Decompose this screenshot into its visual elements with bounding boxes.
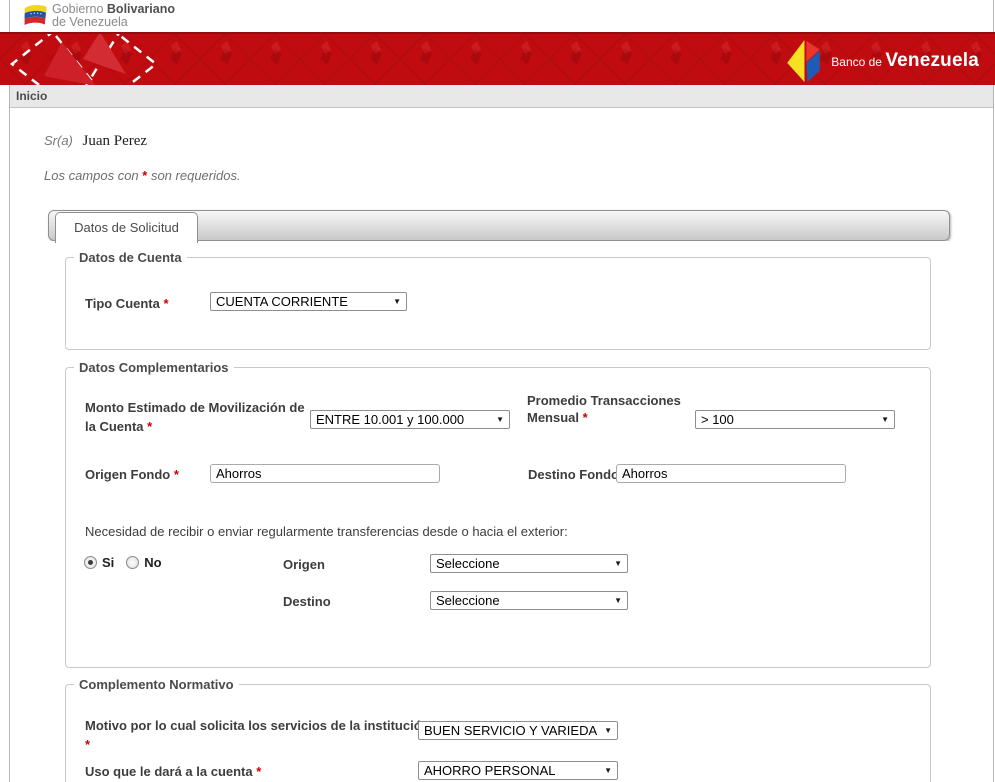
origen-select[interactable]: Seleccione ▼	[430, 554, 628, 573]
promedio-transacciones-select[interactable]: > 100 ▼	[695, 410, 895, 429]
required-marker: *	[85, 737, 91, 752]
promedio-transacciones-label: Promedio Transacciones Mensual *	[527, 393, 681, 425]
origen-label: Origen	[283, 557, 325, 572]
dashed-kite-icon	[9, 34, 159, 85]
required-marker: *	[163, 296, 169, 311]
exterior-transfer-question: Necesidad de recibir o enviar regularmen…	[85, 524, 568, 539]
salutation-label: Sr(a)	[44, 133, 73, 148]
brand-banner: Banco de Venezuela	[0, 32, 995, 85]
required-fields-note: Los campos con * son requeridos.	[44, 168, 241, 183]
fieldset-datos-de-cuenta: Datos de Cuenta	[65, 250, 931, 350]
bank-name: Banco de Venezuela	[831, 49, 979, 71]
user-name: Juan Perez	[82, 133, 148, 149]
breadcrumb-inicio[interactable]: Inicio	[16, 89, 47, 103]
fieldset-complemento-normativo-legend: Complemento Normativo	[79, 677, 234, 692]
bank-logo: Banco de Venezuela	[786, 34, 979, 85]
dropdown-arrow-icon: ▼	[604, 766, 612, 775]
radio-si-label[interactable]: Si	[102, 555, 114, 570]
dropdown-arrow-icon: ▼	[614, 559, 622, 568]
page: Gobierno Bolivariano de Venezuela Banco …	[0, 0, 995, 782]
destino-fondo-input[interactable]	[616, 464, 846, 483]
dropdown-arrow-icon: ▼	[881, 415, 889, 424]
government-logo-text: Gobierno Bolivariano de Venezuela	[52, 2, 175, 29]
dropdown-arrow-icon: ▼	[496, 415, 504, 424]
fieldset-datos-complementarios-legend: Datos Complementarios	[79, 360, 229, 375]
origen-fondo-label: Origen Fondo *	[85, 467, 179, 482]
required-marker: *	[147, 419, 153, 434]
destino-fondo-label: Destino Fondo *	[528, 465, 628, 484]
breadcrumb: Inicio	[10, 85, 993, 108]
dropdown-arrow-icon: ▼	[614, 596, 622, 605]
origen-fondo-input[interactable]	[210, 464, 440, 483]
tab-label: Datos de Solicitud	[74, 220, 179, 235]
dropdown-arrow-icon: ▼	[393, 297, 401, 306]
motivo-select[interactable]: BUEN SERVICIO Y VARIEDA ▼	[418, 721, 618, 740]
radio-no-label[interactable]: No	[144, 555, 161, 570]
required-marker: *	[256, 764, 262, 779]
dropdown-arrow-icon: ▼	[604, 726, 612, 735]
bdv-kite-icon	[787, 39, 821, 82]
government-header: Gobierno Bolivariano de Venezuela	[10, 0, 993, 32]
radio-no[interactable]	[126, 556, 140, 569]
page-left-border	[9, 0, 10, 782]
tipo-cuenta-label: Tipo Cuenta *	[85, 296, 169, 311]
required-marker: *	[582, 410, 588, 425]
tab-datos-de-solicitud[interactable]: Datos de Solicitud	[55, 212, 198, 243]
monto-estimado-select[interactable]: ENTRE 10.001 y 100.000 ▼	[310, 410, 510, 429]
uso-cuenta-label: Uso que le dará a la cuenta *	[85, 764, 262, 779]
fieldset-datos-de-cuenta-legend: Datos de Cuenta	[79, 250, 182, 265]
destino-label: Destino	[283, 594, 331, 609]
monto-estimado-label: Monto Estimado de Movilización de la Cue…	[85, 400, 305, 434]
venezuela-flag-icon	[22, 3, 48, 34]
uso-cuenta-select[interactable]: AHORRO PERSONAL ▼	[418, 761, 618, 780]
motivo-label: Motivo por lo cual solicita los servicio…	[85, 718, 430, 752]
exterior-transfer-radio-group: Si No	[84, 555, 174, 570]
page-right-border	[993, 0, 994, 782]
radio-si[interactable]	[84, 556, 97, 569]
required-marker: *	[173, 467, 179, 482]
tipo-cuenta-select[interactable]: CUENTA CORRIENTE ▼	[210, 292, 407, 311]
destino-select[interactable]: Seleccione ▼	[430, 591, 628, 610]
user-greeting: Sr(a) Juan Perez	[44, 133, 147, 150]
